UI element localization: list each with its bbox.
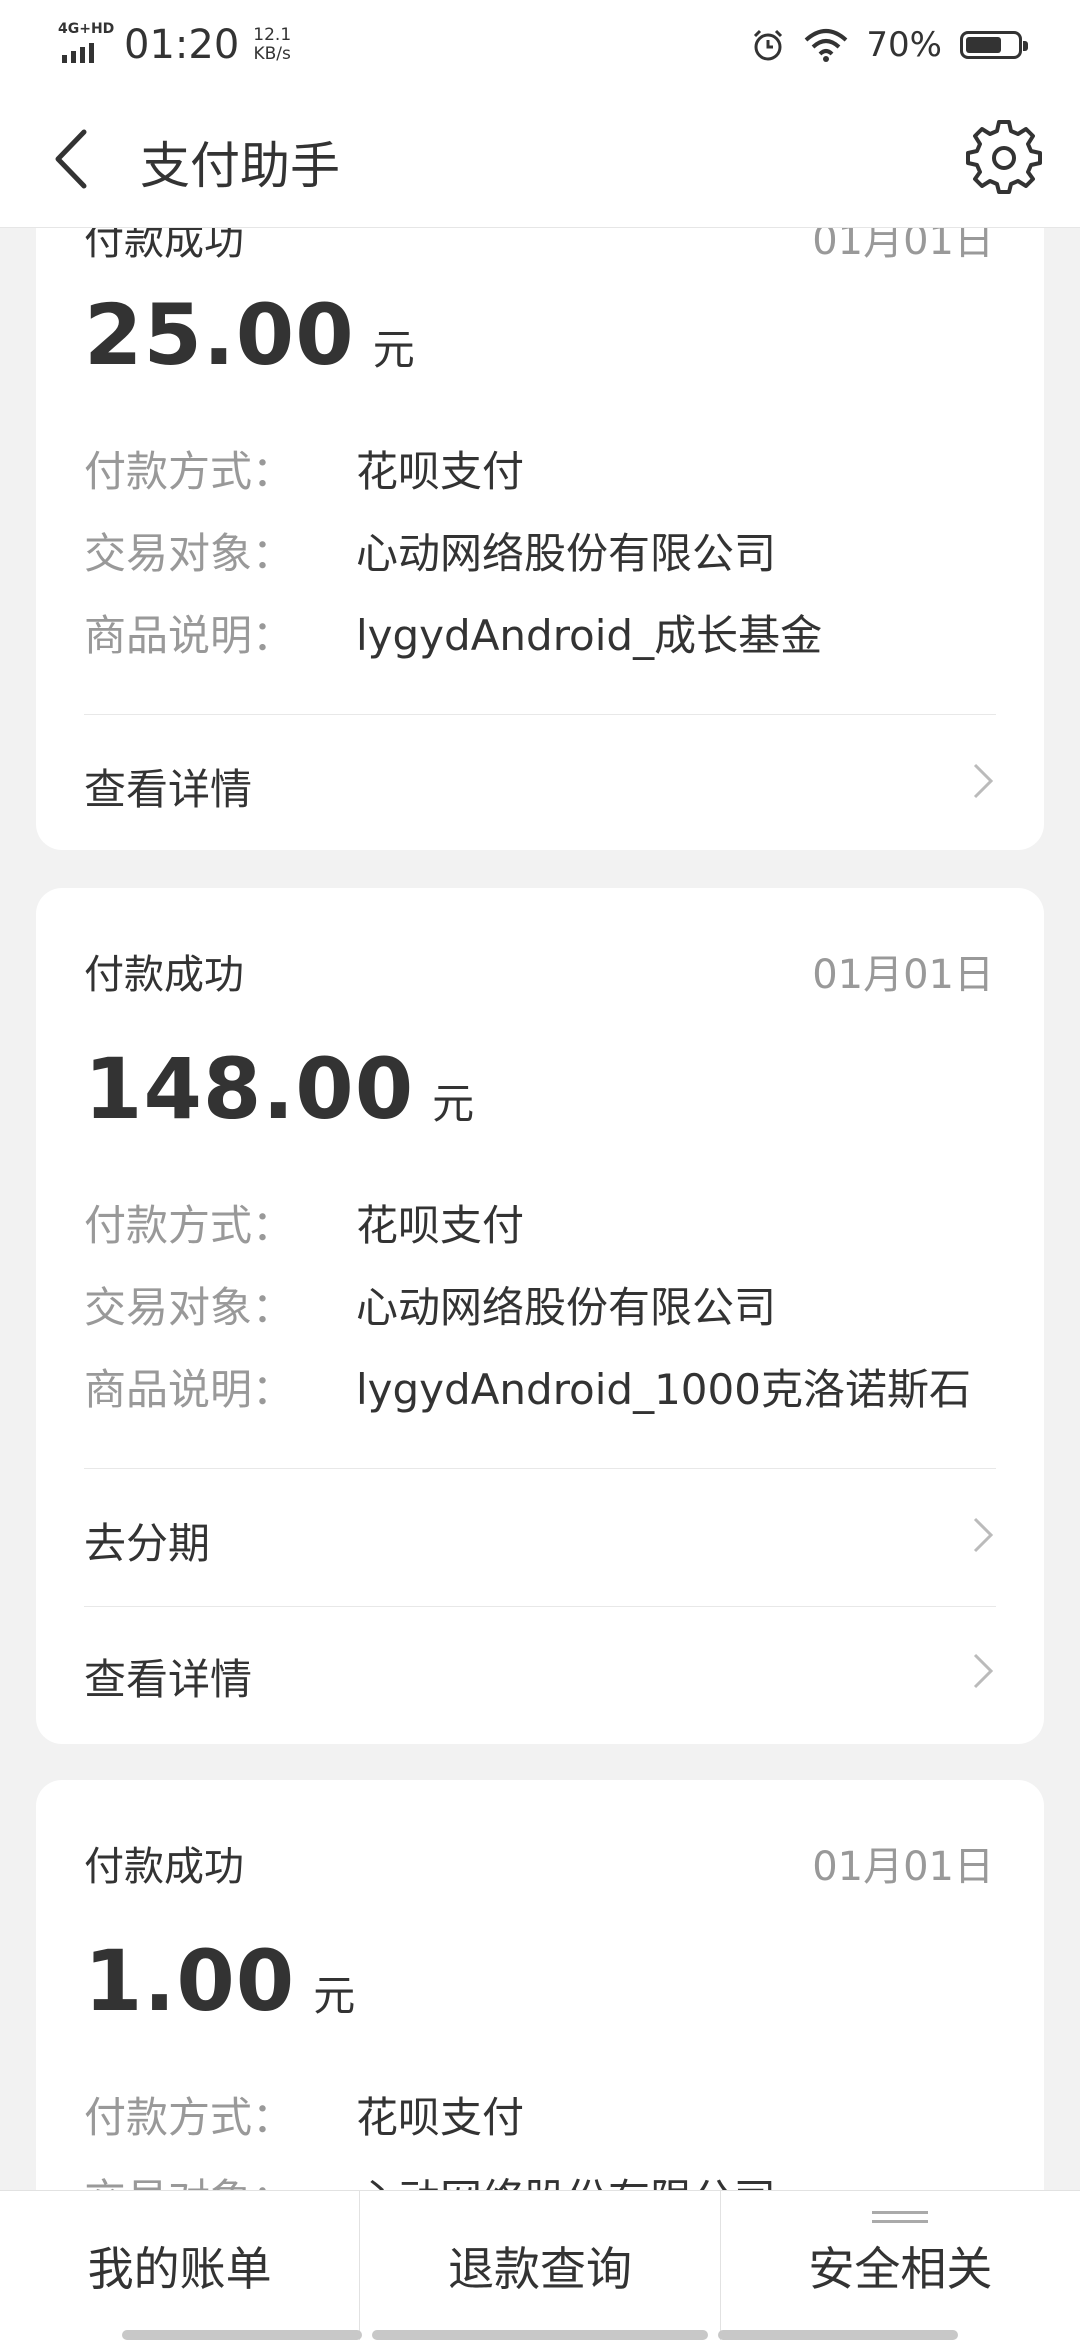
wifi-icon [805,29,848,62]
page-title: 支付助手 [140,137,340,195]
gear-icon[interactable] [966,120,1042,196]
app-header: 支付助手 [0,90,1080,228]
amount-unit: 元 [372,325,416,374]
payment-status: 付款成功 [84,228,244,264]
bottom-tab-bar: 我的账单 退款查询 安全相关 [0,2190,1080,2340]
tab-label: 我的账单 [87,2242,272,2296]
tab-label: 安全相关 [808,2242,993,2296]
back-icon[interactable] [48,128,98,190]
detail-label: 交易对象： [84,1283,295,1332]
chevron-right-icon [973,763,994,799]
payment-date: 01月01日 [812,952,994,998]
tab-refund-query[interactable]: 退款查询 [359,2191,719,2340]
action-label: 查看详情 [84,1655,253,1704]
detail-value: 花呗支付 [356,447,525,496]
payment-status: 付款成功 [84,952,244,998]
divider [84,714,996,715]
detail-value: 心动网络股份有限公司 [356,529,777,578]
tab-my-bills[interactable]: 我的账单 [0,2191,359,2340]
amount-value: 25.00 [84,286,355,384]
network-speed: 12.1 KB/s [253,26,291,64]
divider [84,1468,996,1469]
payment-card: 付款成功 01月01日 25.00 元 付款方式： 花呗支付 交易对象： 心动网络股份… [36,228,1044,850]
detail-value: 心动网络股份有限公司 [356,1283,777,1332]
payment-amount: 25.00 元 [84,286,416,384]
payment-list[interactable]: 付款成功 01月01日 25.00 元 付款方式： 花呗支付 交易对象： 心动网络股份… [0,228,1080,2190]
chevron-right-icon [973,1653,994,1689]
detail-label: 付款方式： [84,1201,295,1250]
amount-unit: 元 [432,1079,476,1128]
gesture-bar [718,2330,958,2340]
detail-label: 商品说明： [84,1365,295,1414]
detail-value: 花呗支付 [356,2093,525,2142]
detail-value: lygydAndroid_1000克洛诺斯石 [356,1365,971,1414]
view-details-link[interactable]: 查看详情 [84,756,1004,817]
amount-value: 148.00 [84,1040,415,1138]
divider [84,1606,996,1607]
network-type: 4G+HD [58,21,115,37]
detail-value: lygydAndroid_成长基金 [356,611,823,660]
gesture-bar [372,2330,708,2340]
amount-value: 1.00 [84,1932,296,2030]
amount-unit: 元 [313,1971,357,2020]
detail-row-description: 商品说明： lygydAndroid_成长基金 [84,602,1004,663]
payment-card: 付款成功 01月01日 148.00 元 付款方式： 花呗支付 交易对象： 心动网络股… [36,888,1044,1744]
detail-row-counterparty: 交易对象：心动网络股份有限公司 [84,2166,1004,2190]
payment-date: 01月01日 [812,1844,994,1890]
detail-row-counterparty: 交易对象： 心动网络股份有限公司 [84,1274,1004,1335]
status-right: 70% [750,25,1028,65]
detail-label: 交易对象： [84,529,295,578]
clock: 01:20 [124,22,240,68]
detail-row-payment-method: 付款方式： 花呗支付 [84,438,1004,499]
detail-row-payment-method: 付款方式： 花呗支付 [84,1192,1004,1253]
battery-fill [966,37,1001,53]
battery-percentage: 70% [866,25,942,65]
detail-row-description: 商品说明： lygydAndroid_1000克洛诺斯石 [84,1356,1004,1417]
detail-label: 交易对象： [84,2166,356,2190]
detail-label: 商品说明： [84,611,295,660]
alarm-icon [754,29,783,61]
menu-icon [872,2211,929,2229]
view-details-link[interactable]: 查看详情 [84,1646,1004,1707]
detail-label: 付款方式： [84,447,295,496]
payment-status: 付款成功 [84,1844,244,1890]
action-label: 查看详情 [84,765,253,814]
payment-amount: 1.00 元 [84,1932,356,2030]
speed-unit: KB/s [253,44,291,64]
tab-security[interactable]: 安全相关 [719,2191,1080,2340]
payment-date: 01月01日 [812,228,994,264]
detail-value: 花呗支付 [356,1201,525,1250]
speed-value: 12.1 [253,25,292,45]
detail-row-payment-method: 付款方式： 花呗支付 [84,2084,1004,2145]
payment-amount: 148.00 元 [84,1040,475,1138]
detail-row-counterparty: 交易对象： 心动网络股份有限公司 [84,520,1004,581]
detail-value: 心动网络股份有限公司 [356,2166,776,2190]
gesture-bar [122,2330,362,2340]
status-bar: 4G+HD 01:20 12.1 KB/s 70% [0,0,1080,90]
signal-icon: 4G+HD [58,21,114,65]
action-label: 去分期 [84,1519,211,1568]
status-left: 4G+HD 01:20 12.1 KB/s [58,21,291,68]
chevron-right-icon [973,1517,994,1553]
payment-card: 付款成功 01月01日 1.00 元 付款方式： 花呗支付 交易对象：心动网络股份有… [36,1780,1044,2190]
battery-icon [960,31,1028,59]
tab-label: 退款查询 [447,2242,632,2296]
installment-link[interactable]: 去分期 [84,1510,1004,1571]
detail-label: 付款方式： [84,2093,295,2142]
